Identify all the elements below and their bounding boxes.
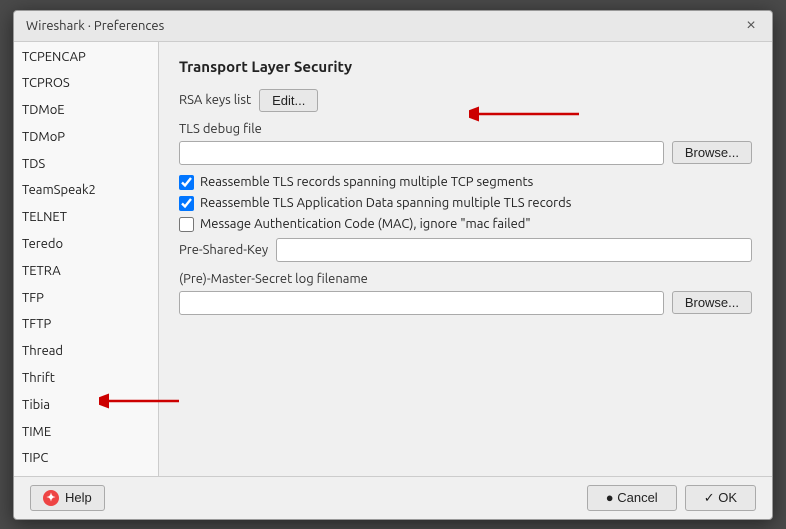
content-area: TCPENCAPTCPROSTDMoETDMoPTDSTeamSpeak2TEL… (14, 42, 772, 476)
checkbox-row-3: Message Authentication Code (MAC), ignor… (179, 217, 752, 232)
sidebar-item-teredo[interactable]: Teredo (14, 231, 158, 258)
rsa-keys-row: RSA keys list Edit... (179, 89, 752, 112)
help-button[interactable]: ✦ Help (30, 485, 105, 511)
section-title: Transport Layer Security (179, 58, 752, 75)
browse-button-1[interactable]: Browse... (672, 141, 752, 164)
ok-button[interactable]: ✓ OK (685, 485, 756, 511)
sidebar-item-telnet[interactable]: TELNET (14, 204, 158, 231)
tls-debug-input[interactable] (179, 141, 664, 165)
window-title: Wireshark · Preferences (26, 19, 164, 33)
pre-shared-key-row: Pre-Shared-Key (179, 238, 752, 262)
main-panel: Transport Layer Security RSA keys list E… (159, 42, 772, 476)
sidebar-item-tcpencap[interactable]: TCPENCAP (14, 44, 158, 71)
help-label: Help (65, 490, 92, 505)
mac-label: Message Authentication Code (MAC), ignor… (200, 217, 531, 231)
edit-button[interactable]: Edit... (259, 89, 318, 112)
close-button[interactable]: × (742, 17, 760, 35)
tls-debug-label: TLS debug file (179, 122, 752, 136)
footer-actions: ● Cancel ✓ OK (587, 485, 756, 511)
pre-master-label: (Pre)-Master-Secret log filename (179, 272, 752, 286)
sidebar-item-tetra[interactable]: TETRA (14, 258, 158, 285)
reassemble-tls-checkbox[interactable] (179, 196, 194, 211)
cancel-button[interactable]: ● Cancel (587, 485, 677, 511)
sidebar-item-teamspeak2[interactable]: TeamSpeak2 (14, 177, 158, 204)
pre-shared-key-input[interactable] (276, 238, 752, 262)
title-bar: Wireshark · Preferences × (14, 11, 772, 42)
tls-debug-row: Browse... (179, 141, 752, 165)
sidebar-item-thrift[interactable]: Thrift (14, 365, 158, 392)
reassemble-tls-label: Reassemble TLS Application Data spanning… (200, 196, 571, 210)
protocol-sidebar: TCPENCAPTCPROSTDMoETDMoPTDSTeamSpeak2TEL… (14, 42, 159, 476)
sidebar-item-time[interactable]: TIME (14, 419, 158, 446)
footer: ✦ Help ● Cancel ✓ OK (14, 476, 772, 519)
pre-shared-key-label: Pre-Shared-Key (179, 243, 268, 257)
sidebar-item-tibia[interactable]: Tibia (14, 392, 158, 419)
preferences-dialog: Wireshark · Preferences × TCPENCAPTCPROS… (13, 10, 773, 520)
sidebar-item-thread[interactable]: Thread (14, 338, 158, 365)
rsa-keys-label: RSA keys list (179, 93, 251, 107)
sidebar-item-tdmoe[interactable]: TDMoE (14, 97, 158, 124)
sidebar-item-tftp[interactable]: TFTP (14, 311, 158, 338)
reassemble-tcp-label: Reassemble TLS records spanning multiple… (200, 175, 533, 189)
help-icon: ✦ (43, 490, 59, 506)
pre-master-row: Browse... (179, 291, 752, 315)
sidebar-item-tdmop[interactable]: TDMoP (14, 124, 158, 151)
sidebar-item-tcpros[interactable]: TCPROS (14, 70, 158, 97)
sidebar-item-tipc[interactable]: TIPC (14, 445, 158, 472)
mac-checkbox[interactable] (179, 217, 194, 232)
checkbox-row-2: Reassemble TLS Application Data spanning… (179, 196, 752, 211)
checkbox-row-1: Reassemble TLS records spanning multiple… (179, 175, 752, 190)
reassemble-tcp-checkbox[interactable] (179, 175, 194, 190)
browse-button-2[interactable]: Browse... (672, 291, 752, 314)
sidebar-item-tfp[interactable]: TFP (14, 285, 158, 312)
sidebar-item-tds[interactable]: TDS (14, 151, 158, 178)
pre-master-input[interactable] (179, 291, 664, 315)
